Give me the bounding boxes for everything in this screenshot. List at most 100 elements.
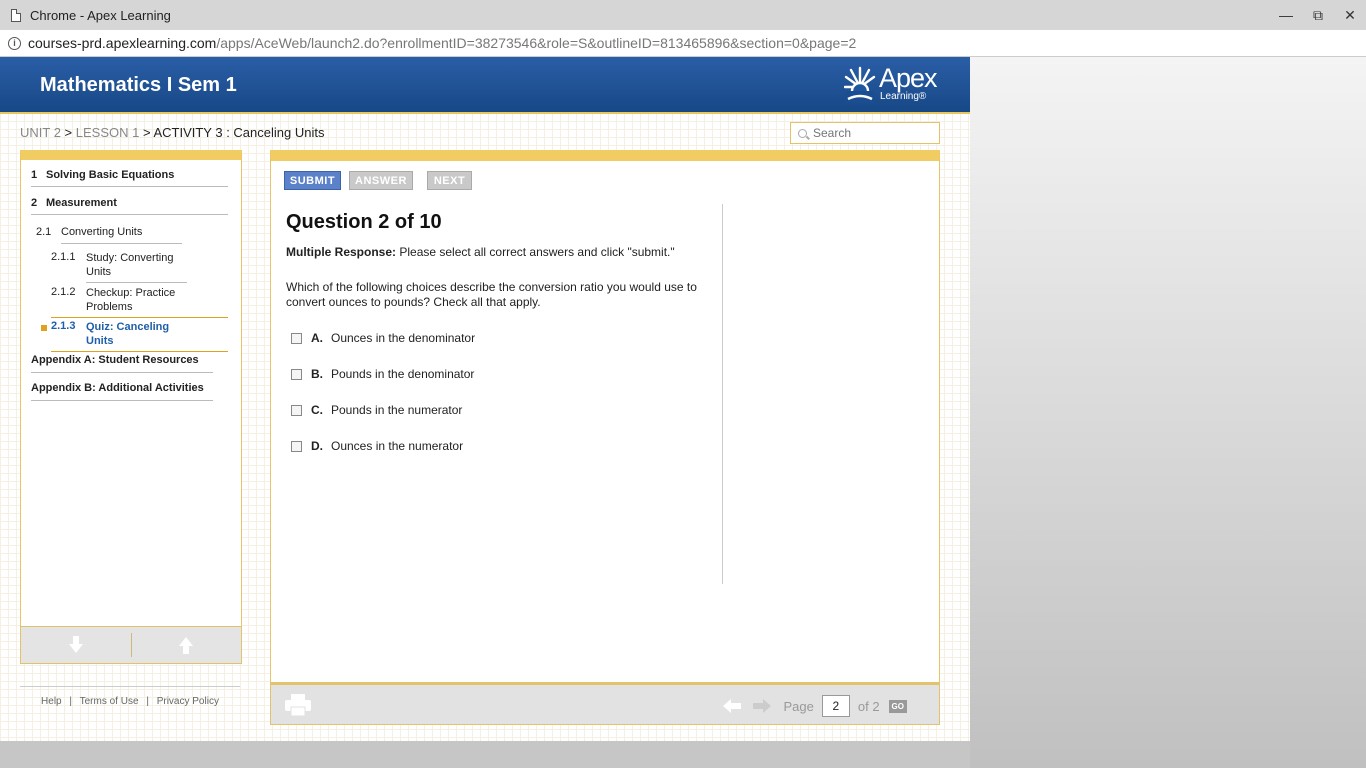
restore-button[interactable]: ⧉ [1302,0,1334,30]
toc-label: Appendix B: Additional Activities [31,382,204,394]
minimize-button[interactable]: — [1270,0,1302,30]
toc-previous-button[interactable] [132,627,242,663]
breadcrumb-sep: > [60,125,76,140]
privacy-link[interactable]: Privacy Policy [157,696,219,707]
choice-checkbox[interactable] [291,440,302,452]
question-prompt: Which of the following choices describe … [286,280,697,309]
course-title: Mathematics I Sem 1 [40,74,237,96]
apex-sun-icon [844,66,876,103]
toc-number: 2.1.3 [51,320,76,332]
toc-divider [31,186,228,187]
panel-divider [722,204,723,584]
toc-item-solving-basic-equations[interactable]: 1 Solving Basic Equations [31,169,174,181]
print-icon[interactable] [284,693,312,717]
go-button[interactable]: GO [888,699,907,713]
question-panel: SUBMIT ANSWER NEXT Question 2 of 10 Mult… [270,150,940,683]
terms-link[interactable]: Terms of Use [80,696,139,707]
question-type: Multiple Response: [286,245,397,259]
choice-text: Ounces in the denominator [331,331,476,345]
toc-label: Solving Basic Equations [46,169,175,181]
toc-item-quiz-canceling-units[interactable]: 2.1.3 Quiz: Canceling Units [51,320,181,348]
toc-item-appendix-b[interactable]: Appendix B: Additional Activities [31,382,204,394]
page-icon [11,8,21,22]
choice-checkbox[interactable] [291,332,302,344]
url-text[interactable]: courses-prd.apexlearning.com/apps/AceWeb… [28,35,856,51]
answer-button[interactable]: ANSWER [349,171,413,190]
toc-divider [51,317,228,318]
toc-label: Converting Units [61,226,143,238]
window-controls: — ⧉ ✕ [1270,0,1366,30]
breadcrumb-unit[interactable]: UNIT 2 [20,125,61,140]
page-number-input[interactable] [821,695,850,717]
toc-number: 2 [31,197,38,209]
choice-letter: D. [311,439,323,453]
toc-number: 1 [31,169,38,181]
choice-checkbox[interactable] [291,404,302,416]
page-content: Mathematics I Sem 1 Apex Learning® UNIT … [0,57,970,741]
help-link[interactable]: Help [41,696,62,707]
window-title: Chrome - Apex Learning [30,7,171,23]
course-header: Mathematics I Sem 1 Apex Learning® [0,57,970,114]
apex-logo: Apex Learning® [844,63,938,103]
search-box[interactable] [790,122,940,144]
choice-text: Pounds in the denominator [331,367,475,381]
toc-divider [31,214,228,215]
choice-a[interactable]: A. Ounces in the denominator [291,331,475,345]
toc-item-appendix-a[interactable]: Appendix A: Student Resources [31,354,199,366]
footer-links: Help | Terms of Use | Privacy Policy [20,686,240,709]
toc-number: 2.1.2 [51,286,76,298]
close-button[interactable]: ✕ [1334,0,1366,30]
toc-divider [31,372,213,373]
page-label: Page [783,698,814,714]
toc-divider [31,400,213,401]
logo-word: Apex [879,63,938,93]
previous-page-icon[interactable] [723,699,742,713]
toc-item-checkup-practice-problems[interactable]: 2.1.2 Checkup: Practice Problems [51,286,181,314]
active-item-marker [41,325,47,331]
submit-button[interactable]: SUBMIT [284,171,341,190]
breadcrumb-lesson[interactable]: LESSON 1 [76,125,140,140]
question-instruction: Multiple Response: Please select all cor… [286,245,675,259]
toc-next-button[interactable] [21,627,131,663]
choice-text: Pounds in the numerator [331,403,463,417]
toc-item-measurement[interactable]: 2 Measurement [31,197,117,209]
address-bar[interactable]: i courses-prd.apexlearning.com/apps/AceW… [0,30,1366,57]
instruction-text: Please select all correct answers and cl… [396,245,675,259]
arrow-up-icon [179,637,194,654]
pager: Page of 2 GO [723,695,907,717]
toc-label: Measurement [46,197,117,209]
choice-letter: B. [311,367,323,381]
toc-divider [61,243,182,244]
choice-letter: A. [311,331,323,345]
breadcrumb-activity: ACTIVITY 3 : Canceling Units [153,125,325,140]
info-icon[interactable]: i [8,36,21,50]
breadcrumb: UNIT 2 > LESSON 1 > ACTIVITY 3 : Canceli… [20,125,324,140]
table-of-contents: 1 Solving Basic Equations 2 Measurement 2.… [20,150,242,664]
toc-navigation [20,626,242,664]
empty-background [970,57,1366,768]
breadcrumb-sep: > [139,125,154,140]
choice-d[interactable]: D. Ounces in the numerator [291,439,463,453]
toc-divider [86,282,187,283]
toc-item-study-converting-units[interactable]: 2.1.1 Study: Converting Units [51,251,181,279]
next-button[interactable]: NEXT [427,171,472,190]
toc-label: Quiz: Canceling Units [86,321,170,347]
search-input[interactable] [813,126,933,140]
empty-background-bottom [0,741,970,768]
toc-number: 2.1 [36,226,52,238]
footer-separator: | [146,696,149,707]
next-page-icon[interactable] [753,699,772,713]
footer-separator: | [69,696,73,707]
toc-label: Appendix A: Student Resources [31,354,199,366]
choice-checkbox[interactable] [291,368,302,380]
toc-number: 2.1.1 [51,251,76,263]
search-icon [798,128,807,138]
question-title: Question 2 of 10 [286,211,442,233]
toc-label: Checkup: Practice Problems [86,287,176,313]
choice-text: Ounces in the numerator [331,439,464,453]
choice-b[interactable]: B. Pounds in the denominator [291,367,474,381]
toc-label: Study: Converting Units [86,252,174,278]
choice-c[interactable]: C. Pounds in the numerator [291,403,462,417]
window-titlebar: Chrome - Apex Learning — ⧉ ✕ [0,0,1366,30]
toc-item-converting-units[interactable]: 2.1 Converting Units [36,226,142,238]
